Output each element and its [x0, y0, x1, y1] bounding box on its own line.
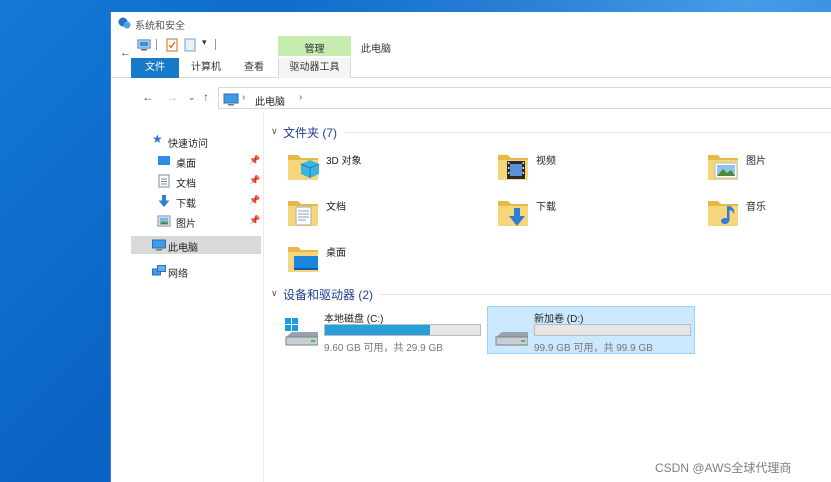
- drive-label: 本地磁盘 (C:): [324, 314, 384, 325]
- folder-label: 下载: [536, 202, 556, 213]
- nav-quick-access[interactable]: ★ 快速访问: [131, 132, 261, 150]
- folder-item[interactable]: 文档: [285, 194, 485, 234]
- pin-icon[interactable]: 📌: [249, 215, 260, 226]
- nav-network-label: 网络: [168, 269, 188, 280]
- drive-usage-bar: [324, 324, 481, 336]
- this-pc-icon: [152, 239, 166, 251]
- toolbar-separator: [215, 39, 216, 50]
- ribbon-tabs: 文件 计算机 查看 驱动器工具: [111, 57, 831, 78]
- blank-page-icon[interactable]: [183, 38, 197, 52]
- pin-icon[interactable]: 📌: [249, 175, 260, 186]
- drives-group-header[interactable]: ∨ 设备和驱动器 (2): [265, 284, 831, 304]
- videos-folder-icon: [498, 155, 528, 180]
- nav-network[interactable]: 网络: [131, 262, 261, 280]
- file-explorer-window: 系统和安全 ▾ ← 管理 此电脑 文件 计算机 查看 驱动器工具 ← → ⌄ ↑…: [110, 12, 831, 482]
- forward-icon[interactable]: →: [166, 90, 178, 104]
- context-group-label: 管理: [304, 44, 325, 55]
- context-tab-group: 管理: [278, 36, 351, 56]
- navigation-bar: ← → ⌄ ↑ › 此电脑 ›: [111, 86, 831, 110]
- watermark: CSDN @AWS全球代理商: [655, 461, 792, 475]
- breadcrumb-chevron-icon[interactable]: ›: [242, 92, 245, 103]
- nav-this-pc[interactable]: 此电脑: [131, 236, 261, 254]
- this-pc-icon: [223, 93, 239, 106]
- folder-item[interactable]: 视频: [495, 148, 695, 188]
- drive-label: 新加卷 (D:): [534, 314, 584, 325]
- drive-capacity-info: 99.9 GB 可用，共 99.9 GB: [534, 343, 653, 354]
- downloads-folder-icon: [498, 201, 528, 226]
- drive-capacity-info: 9.60 GB 可用，共 29.9 GB: [324, 343, 443, 354]
- tab-file[interactable]: 文件: [131, 58, 179, 78]
- drive-usage-fill: [325, 325, 431, 335]
- address-bar[interactable]: › 此电脑 ›: [218, 87, 831, 109]
- tab-drive-tools[interactable]: 驱动器工具: [278, 58, 351, 78]
- window-location-title: 此电脑: [361, 44, 391, 55]
- nav-item-label: 图片: [176, 219, 196, 230]
- nav-quick-access-label: 快速访问: [168, 139, 208, 150]
- toolbar-separator: [156, 39, 157, 50]
- content-pane: ∨ 文件夹 (7) 3D 对象 视频 图片 文档 下载 音乐 桌面 ∨ 设备和驱…: [265, 112, 831, 482]
- desktop-icon: [158, 156, 170, 165]
- desktop-folder-icon: [288, 247, 318, 272]
- nav-item-downloads[interactable]: 下载 📌: [131, 192, 261, 210]
- properties-icon[interactable]: [137, 38, 151, 52]
- nav-item-label: 桌面: [176, 159, 196, 170]
- pin-icon[interactable]: 📌: [249, 195, 260, 206]
- folders-group-header[interactable]: ∨ 文件夹 (7): [265, 122, 831, 142]
- breadcrumb-this-pc[interactable]: 此电脑: [255, 93, 285, 108]
- music-folder-icon: [708, 201, 738, 226]
- network-icon: [152, 265, 166, 276]
- drives-group-title: 设备和驱动器 (2): [283, 288, 374, 302]
- folder-label: 文档: [326, 202, 346, 213]
- back-icon[interactable]: ←: [142, 90, 154, 104]
- nav-item-label: 文档: [176, 179, 196, 190]
- nav-this-pc-label: 此电脑: [168, 243, 198, 254]
- drive-item-d[interactable]: 新加卷 (D:) 99.9 GB 可用，共 99.9 GB: [487, 306, 695, 354]
- window-title: 系统和安全: [135, 21, 185, 32]
- drive-item-c[interactable]: 本地磁盘 (C:) 9.60 GB 可用，共 29.9 GB: [278, 307, 486, 355]
- group-divider: [345, 132, 831, 133]
- folder-item[interactable]: 下载: [495, 194, 695, 234]
- folder-label: 音乐: [746, 202, 766, 213]
- customize-toolbar-chevron-icon[interactable]: ▾: [202, 37, 207, 48]
- folder-label: 图片: [746, 156, 766, 167]
- star-icon: ★: [152, 132, 163, 146]
- collapse-chevron-icon[interactable]: ∨: [271, 126, 278, 137]
- hard-drive-icon: [495, 332, 528, 346]
- folder-item[interactable]: 桌面: [285, 240, 485, 280]
- document-icon: [158, 174, 170, 188]
- drive-usage-bar: [534, 324, 691, 336]
- folder-label: 3D 对象: [326, 156, 362, 167]
- pictures-folder-icon: [708, 155, 738, 180]
- control-panel-icon: [118, 17, 131, 29]
- collapse-chevron-icon[interactable]: ∨: [271, 288, 278, 299]
- nav-item-desktop[interactable]: 桌面 📌: [131, 152, 261, 170]
- navigation-pane: ★ 快速访问 桌面 📌 文档 📌 下载 📌 图片 📌 此电脑 网络: [111, 112, 264, 482]
- recent-locations-chevron-icon[interactable]: ⌄: [188, 92, 196, 103]
- checklist-icon[interactable]: [165, 38, 179, 52]
- breadcrumb-chevron-icon[interactable]: ›: [299, 92, 302, 103]
- folders-group-title: 文件夹 (7): [283, 126, 338, 140]
- nav-item-pictures[interactable]: 图片 📌: [131, 212, 261, 230]
- pin-icon[interactable]: 📌: [249, 155, 260, 166]
- group-divider: [379, 294, 831, 295]
- title-bar: 系统和安全: [111, 12, 831, 34]
- download-icon: [158, 195, 170, 207]
- tab-view[interactable]: 查看: [235, 58, 273, 78]
- nav-item-documents[interactable]: 文档 📌: [131, 172, 261, 190]
- folder-item[interactable]: 图片: [705, 148, 831, 188]
- up-icon[interactable]: ↑: [203, 90, 209, 104]
- pictures-icon: [157, 215, 171, 227]
- folder-item[interactable]: 3D 对象: [285, 148, 485, 188]
- folder-item[interactable]: 音乐: [705, 194, 831, 234]
- windows-drive-icon: [285, 318, 318, 346]
- tab-computer[interactable]: 计算机: [184, 58, 228, 78]
- folder-label: 视频: [536, 156, 556, 167]
- documents-folder-icon: [288, 201, 318, 226]
- nav-item-label: 下载: [176, 199, 196, 210]
- 3d-objects-folder-icon: [288, 155, 320, 180]
- folder-label: 桌面: [326, 248, 346, 259]
